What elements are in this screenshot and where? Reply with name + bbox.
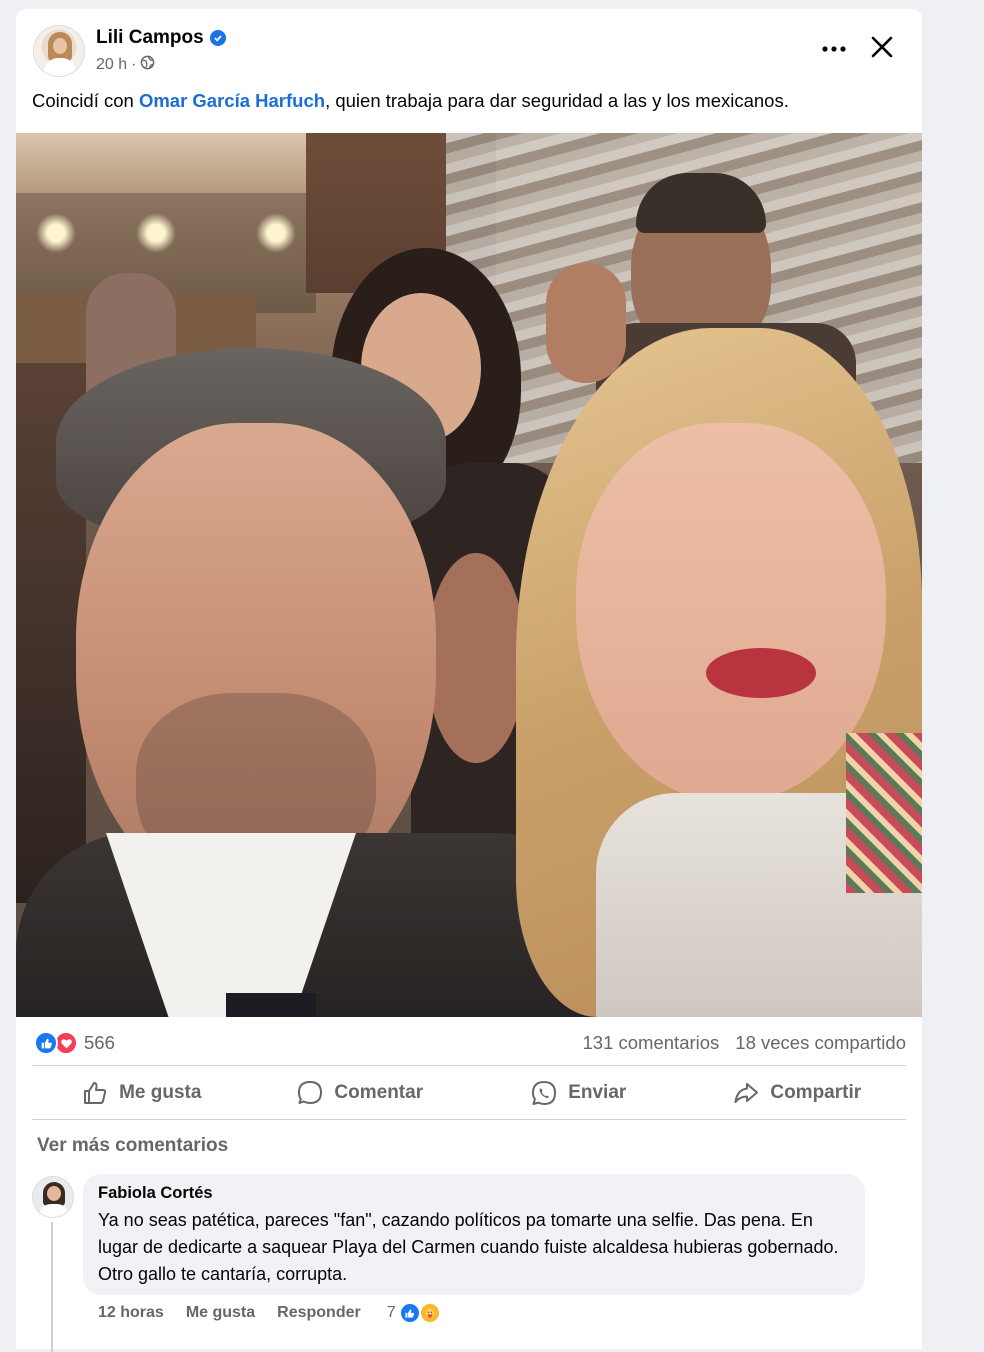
comment-label: Comentar (334, 1082, 424, 1103)
post-photo[interactable] (16, 133, 922, 1017)
comment-author[interactable]: Fabiola Cortés (98, 1184, 850, 1203)
caption-text-before: Coincidí con (32, 90, 139, 111)
shares-count[interactable]: 18 veces compartido (735, 1032, 906, 1054)
commenter-avatar[interactable] (32, 1176, 74, 1218)
more-options-icon[interactable] (819, 35, 849, 63)
like-reaction-icon (34, 1031, 58, 1055)
whatsapp-icon (532, 1081, 557, 1105)
author-name[interactable]: Lili Campos (96, 27, 204, 49)
like-label: Me gusta (119, 1082, 202, 1103)
caption-text-after: , quien trabaja para dar seguridad a las… (325, 90, 789, 111)
send-button[interactable]: Enviar (469, 1067, 688, 1119)
mention-link[interactable]: Omar García Harfuch (139, 90, 325, 111)
post-meta: 20 h · (96, 55, 155, 75)
meta-separator: · (131, 56, 137, 73)
comments-count[interactable]: 131 comentarios (583, 1032, 720, 1054)
comment-text: Ya no seas patética, pareces "fan", caza… (98, 1210, 839, 1284)
engagement-stats: 131 comentarios 18 veces compartido (583, 1032, 906, 1054)
comment-actions: 12 horas Me gusta Responder 7 (98, 1302, 441, 1324)
divider (32, 1065, 906, 1066)
post-caption: Coincidí con Omar García Harfuch, quien … (32, 90, 789, 112)
like-button[interactable]: Me gusta (32, 1067, 251, 1119)
comment-reply-button[interactable]: Responder (277, 1304, 361, 1322)
action-bar: Me gusta Comentar Enviar Compartir (32, 1067, 906, 1119)
thumbs-up-icon (84, 1082, 107, 1104)
reaction-summary[interactable]: 566 (34, 1031, 115, 1055)
comment-time[interactable]: 12 horas (98, 1304, 164, 1322)
comment-reaction-count: 7 (386, 1304, 396, 1321)
post-card: Lili Campos 20 h · Coincidí con Omar Gar… (16, 9, 922, 1352)
share-button[interactable]: Compartir (688, 1067, 907, 1119)
verified-badge-icon (209, 30, 226, 46)
share-label: Compartir (770, 1082, 862, 1103)
comment-button[interactable]: Comentar (251, 1067, 470, 1119)
author-row: Lili Campos (96, 27, 226, 49)
view-more-comments-link[interactable]: Ver más comentarios (37, 1135, 228, 1157)
share-arrow-icon (734, 1083, 759, 1103)
post-time[interactable]: 20 h (96, 56, 127, 74)
globe-icon[interactable] (140, 55, 155, 75)
send-label: Enviar (568, 1082, 627, 1103)
reaction-count: 566 (84, 1032, 115, 1053)
comment-like-button[interactable]: Me gusta (186, 1304, 255, 1322)
divider (32, 1119, 906, 1120)
thread-line (51, 1222, 53, 1352)
comment-bubble: Fabiola Cortés Ya no seas patética, pare… (83, 1174, 865, 1295)
author-avatar[interactable] (33, 25, 85, 77)
close-icon[interactable] (866, 31, 898, 63)
like-reaction-icon (398, 1302, 421, 1324)
comment-icon (298, 1081, 323, 1104)
comment-reactions[interactable]: 7 (387, 1302, 441, 1324)
care-reaction-icon (418, 1302, 441, 1324)
